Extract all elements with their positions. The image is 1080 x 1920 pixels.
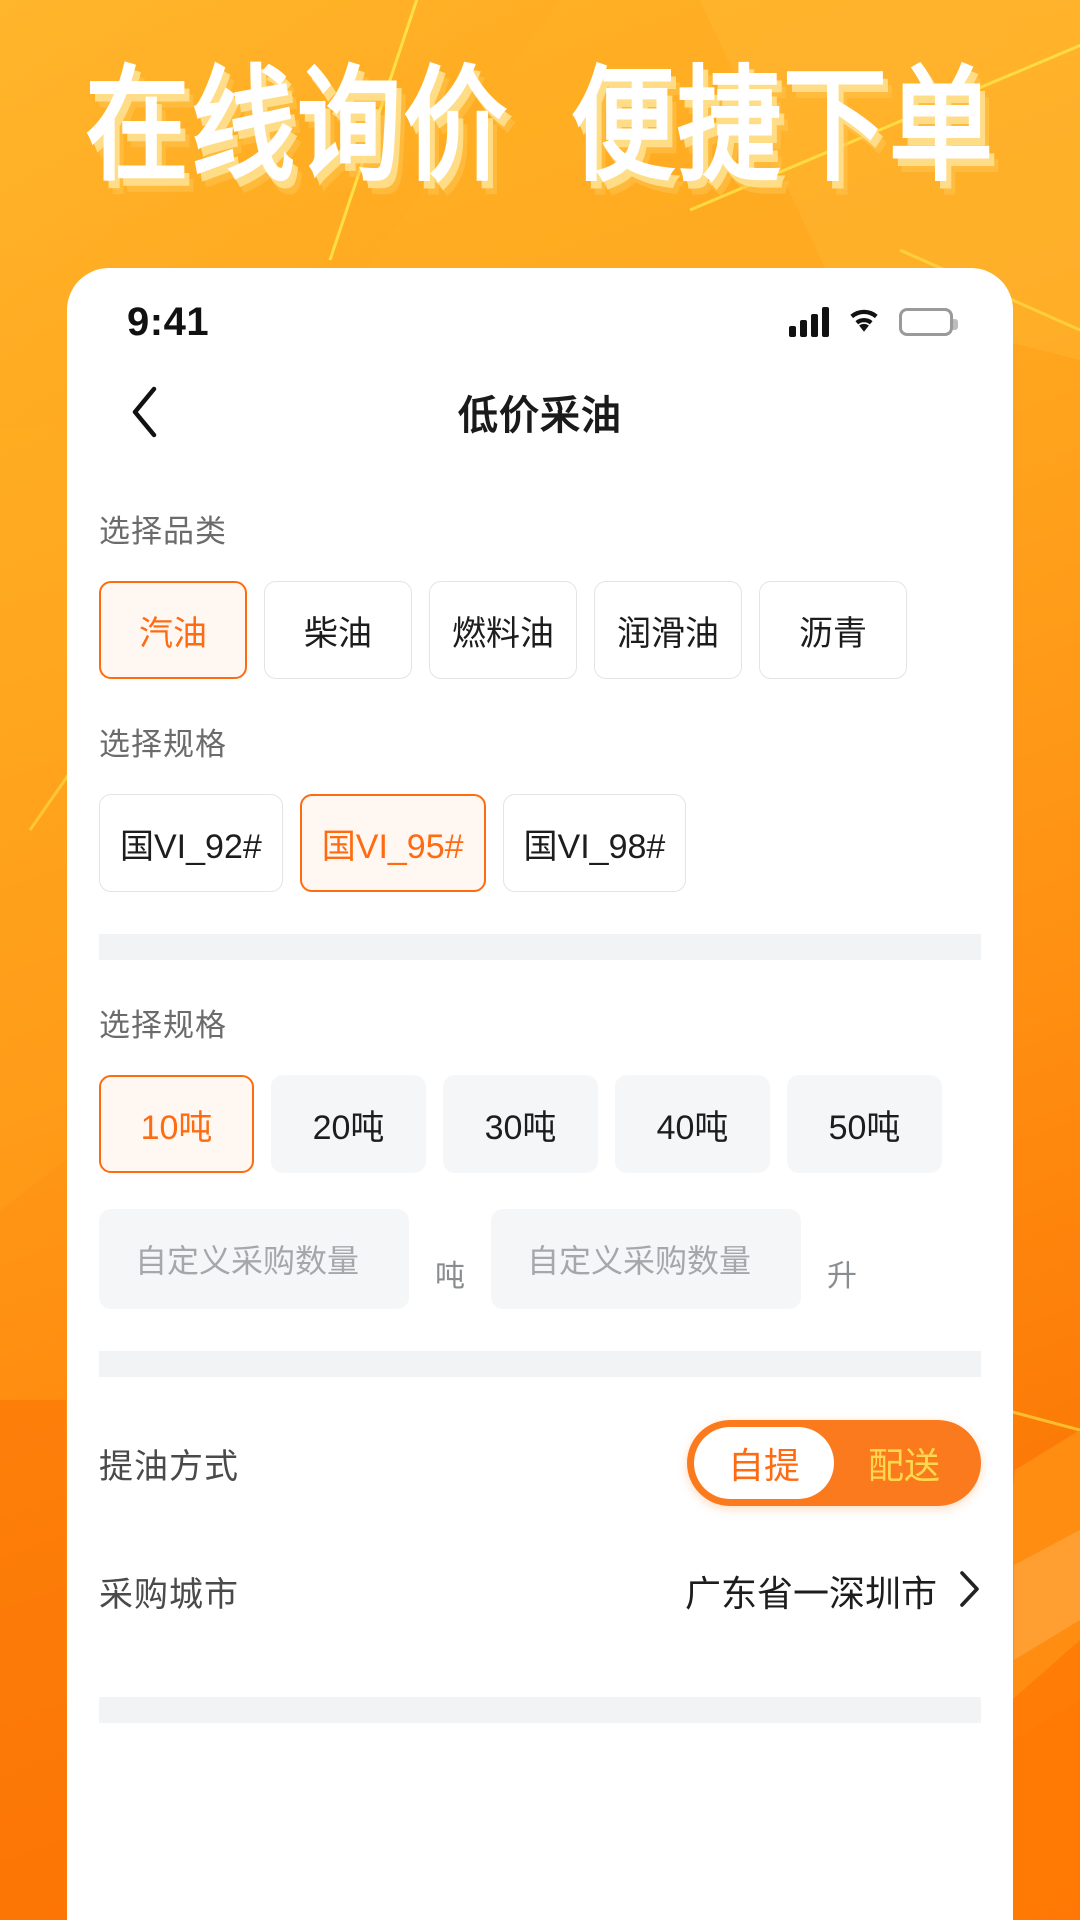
quantity-chip-10t[interactable]: 10吨: [99, 1075, 254, 1173]
delivery-method-toggle[interactable]: 自提 配送: [686, 1420, 981, 1506]
category-section: 选择品类 汽油 柴油 燃料油 润滑油 沥青: [67, 466, 1013, 679]
category-chip-row: 汽油 柴油 燃料油 润滑油 沥青: [99, 551, 981, 679]
quantity-chip-20t[interactable]: 20吨: [271, 1075, 426, 1173]
spec-section: 选择规格 国VI_92# 国VI_95# 国VI_98#: [67, 679, 1013, 892]
quantity-chip-40t[interactable]: 40吨: [615, 1075, 770, 1173]
quantity-section-label: 选择规格: [99, 1008, 227, 1043]
section-separator-3: [99, 1697, 981, 1723]
category-section-label: 选择品类: [99, 514, 227, 549]
spec-chip-95[interactable]: 国VI_95#: [299, 794, 486, 892]
custom-quantity-liter-unit: 升: [827, 1260, 857, 1293]
chevron-right-icon: [959, 1570, 981, 1613]
delivery-option-delivery[interactable]: 配送: [834, 1427, 974, 1499]
purchase-city-label: 采购城市: [99, 1575, 239, 1614]
category-chip-gasoline[interactable]: 汽油: [99, 581, 247, 679]
section-separator-2: [99, 1351, 981, 1377]
quantity-chip-50t[interactable]: 50吨: [787, 1075, 942, 1173]
category-chip-lubricant[interactable]: 润滑油: [594, 581, 742, 679]
status-time: 9:41: [127, 299, 210, 344]
category-chip-fuel-oil[interactable]: 燃料油: [429, 581, 577, 679]
quantity-section: 选择规格 10吨 20吨 30吨 40吨 50吨: [67, 960, 1013, 1173]
spec-chip-98[interactable]: 国VI_98#: [502, 794, 687, 892]
signal-bars-icon: [789, 307, 829, 337]
delivery-option-self-pickup[interactable]: 自提: [693, 1427, 834, 1499]
nav-bar: 低价采油: [67, 358, 1013, 466]
battery-icon: [899, 308, 958, 336]
category-chip-asphalt[interactable]: 沥青: [759, 581, 907, 679]
page-title: 低价采油: [458, 394, 622, 438]
chevron-left-icon: [130, 386, 160, 438]
delivery-method-row: 提油方式 自提 配送: [67, 1399, 1013, 1527]
category-chip-diesel[interactable]: 柴油: [264, 581, 412, 679]
custom-quantity-ton-input[interactable]: 自定义采购数量: [99, 1209, 409, 1309]
spec-section-label: 选择规格: [99, 727, 227, 762]
custom-quantity-liter-input[interactable]: 自定义采购数量: [491, 1209, 801, 1309]
phone-screen-card: 9:41 低价采油 选择品类 汽油 柴油 燃料油 润滑油 沥青 选择规格 国VI…: [67, 268, 1013, 1920]
spec-chip-row: 国VI_92# 国VI_95# 国VI_98#: [99, 764, 981, 892]
custom-quantity-ton-unit: 吨: [435, 1260, 465, 1293]
status-bar: 9:41: [67, 268, 1013, 358]
custom-quantity-row: 自定义采购数量 吨 自定义采购数量 升: [67, 1173, 1013, 1309]
back-button[interactable]: [115, 382, 175, 442]
wifi-icon: [845, 305, 883, 340]
delivery-method-label: 提油方式: [99, 1447, 239, 1486]
status-icons: [789, 305, 958, 340]
hero-banner: 在线询价 便捷下单: [0, 54, 1080, 197]
hero-title: 在线询价 便捷下单: [85, 57, 995, 197]
section-separator-1: [99, 934, 981, 960]
purchase-city-value: 广东省一深圳市: [684, 1573, 937, 1614]
purchase-city-row[interactable]: 采购城市 广东省一深圳市: [67, 1527, 1013, 1655]
purchase-city-right: 广东省一深圳市: [685, 1565, 981, 1617]
spec-chip-92[interactable]: 国VI_92#: [99, 794, 283, 892]
quantity-chip-30t[interactable]: 30吨: [443, 1075, 598, 1173]
quantity-chip-row: 10吨 20吨 30吨 40吨 50吨: [99, 1045, 981, 1173]
